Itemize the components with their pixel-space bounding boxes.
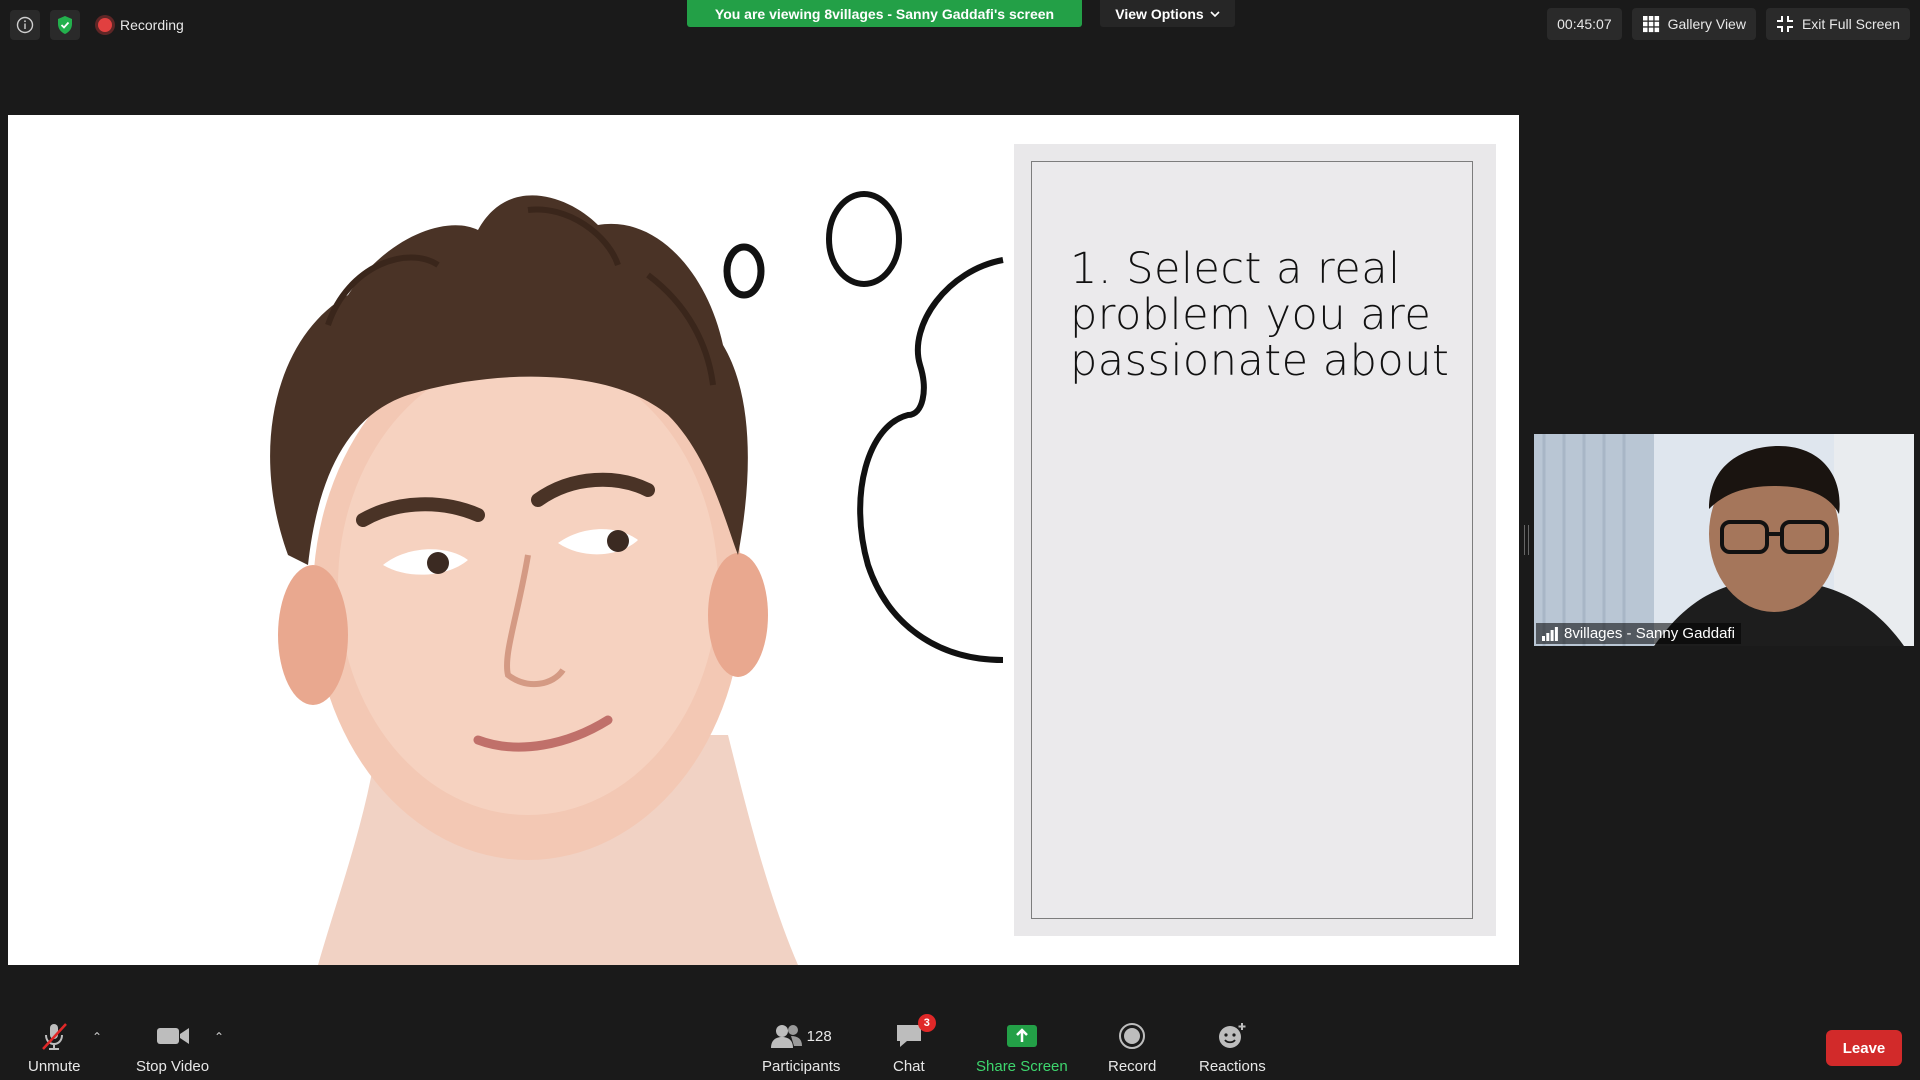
gallery-view-label: Gallery View — [1667, 16, 1746, 32]
info-icon — [16, 16, 34, 34]
top-right-controls: 00:45:07 Gallery View Exit Full Screen — [1547, 8, 1910, 40]
stop-video-label: Stop Video — [136, 1058, 210, 1075]
slide-heading: 1. Select a real problem you are passion… — [1070, 244, 1450, 386]
participants-count: 128 — [806, 1027, 832, 1045]
chat-button[interactable]: 3 Chat — [893, 1014, 936, 1075]
video-options-caret-icon[interactable]: ⌃ — [214, 1030, 224, 1044]
meeting-toolbar: Unmute ⌃ Stop Video ⌃ 128 Participants 3 — [0, 1010, 1920, 1080]
exit-fullscreen-icon — [1776, 16, 1793, 32]
participant-video-image — [1534, 434, 1914, 646]
slide-text-panel: 1. Select a real problem you are passion… — [1014, 144, 1496, 936]
reactions-button[interactable]: Reactions — [1199, 1020, 1266, 1075]
participant-name: 8villages - Sanny Gaddafi — [1564, 625, 1735, 642]
slide-text-box: 1. Select a real problem you are passion… — [1031, 161, 1473, 919]
record-label: Record — [1108, 1058, 1157, 1075]
participant-video-thumbnail[interactable]: 8villages - Sanny Gaddafi — [1534, 434, 1914, 646]
record-button[interactable]: Record — [1108, 1020, 1156, 1075]
video-camera-icon — [156, 1028, 189, 1044]
panel-resize-handle[interactable] — [1524, 525, 1529, 555]
share-screen-button[interactable]: Share Screen — [976, 1020, 1068, 1075]
shared-screen-slide: 1. Select a real problem you are passion… — [8, 115, 1519, 965]
muted-microphone-icon — [42, 1023, 68, 1050]
encryption-button[interactable] — [50, 10, 80, 40]
smiley-plus-icon — [1219, 1023, 1246, 1048]
participants-button[interactable]: 128 Participants — [762, 1020, 840, 1075]
audio-options-caret-icon[interactable]: ⌃ — [92, 1030, 102, 1044]
meeting-info-button[interactable] — [10, 10, 40, 40]
participants-label: Participants — [762, 1058, 841, 1075]
meeting-timer: 00:45:07 — [1547, 8, 1622, 40]
reactions-label: Reactions — [1199, 1058, 1266, 1075]
exit-fullscreen-label: Exit Full Screen — [1801, 16, 1900, 32]
leave-button[interactable]: Leave — [1826, 1030, 1902, 1066]
share-screen-icon — [1006, 1025, 1037, 1047]
participants-icon — [770, 1025, 802, 1048]
signal-strength-icon — [1542, 626, 1558, 641]
grid-icon — [1642, 16, 1659, 33]
chat-label: Chat — [893, 1058, 925, 1075]
gallery-view-button[interactable]: Gallery View — [1631, 8, 1756, 40]
exit-fullscreen-button[interactable]: Exit Full Screen — [1765, 8, 1910, 40]
thinking-man-image — [270, 191, 1004, 965]
recording-dot-icon — [98, 18, 112, 32]
participant-name-tag: 8villages - Sanny Gaddafi — [1536, 623, 1741, 644]
meeting-status-group: Recording — [10, 10, 192, 40]
unmute-button[interactable]: Unmute — [28, 1020, 81, 1075]
chat-unread-badge: 3 — [917, 1014, 936, 1032]
chevron-down-icon — [1210, 10, 1220, 17]
recording-indicator[interactable]: Recording — [90, 10, 192, 40]
viewing-banner: You are viewing 8villages - Sanny Gaddaf… — [687, 0, 1082, 27]
record-icon — [1119, 1023, 1146, 1049]
recording-label: Recording — [120, 17, 184, 33]
stop-video-button[interactable]: Stop Video — [136, 1020, 209, 1075]
unmute-label: Unmute — [28, 1058, 81, 1075]
view-options-button[interactable]: View Options — [1100, 0, 1235, 27]
share-screen-label: Share Screen — [976, 1058, 1068, 1075]
view-options-label: View Options — [1115, 5, 1204, 22]
shield-check-icon — [58, 16, 72, 34]
